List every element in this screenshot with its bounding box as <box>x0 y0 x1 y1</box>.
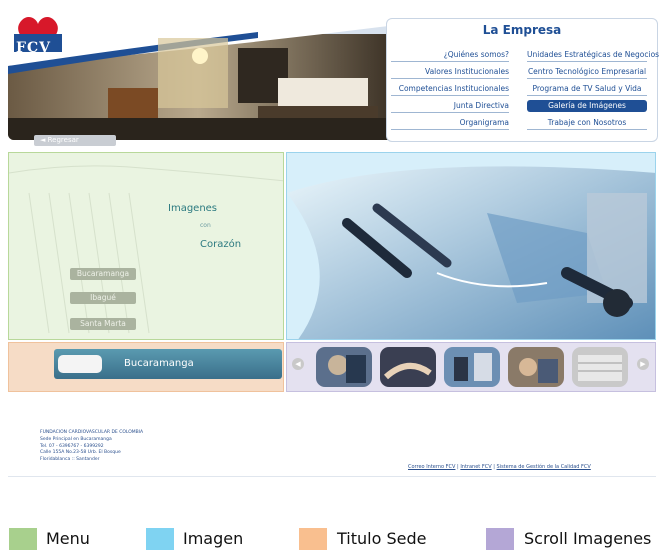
link-intranet[interactable]: Intranet FCV <box>460 464 491 470</box>
legend-swatch-menu <box>9 528 37 550</box>
back-label: Regresar <box>47 136 79 144</box>
link-galeria-imagenes[interactable]: Galería de Imágenes <box>527 100 647 112</box>
slogan-imagenes: Imagenes <box>168 203 218 214</box>
thumbnail-5[interactable] <box>572 347 628 387</box>
footer-separator: | <box>457 464 459 470</box>
link-organigrama[interactable]: Organigrama <box>391 117 509 130</box>
piano-watermark <box>9 153 283 339</box>
link-competencias-institucionales[interactable]: Competencias Institucionales <box>391 83 509 96</box>
link-quienes-somos[interactable]: ¿Quiénes somos? <box>391 49 509 62</box>
thumbnail-4[interactable] <box>508 347 564 387</box>
chevron-left-icon[interactable]: ◀ <box>292 358 304 370</box>
thumbnail-1[interactable] <box>316 347 372 387</box>
slogan-con: con <box>200 222 211 229</box>
legend-label-imagen: Imagen <box>183 529 244 548</box>
footer-contact-info: FUNDACION CARDIOVASCULAR DE COLOMBIA Sed… <box>40 430 143 464</box>
link-unidades-estrategicas[interactable]: Unidades Estratégicas de Negocios <box>527 49 659 62</box>
footer-divider <box>8 476 656 477</box>
empresa-menu-panel: La Empresa ¿Quiénes somos? Valores Insti… <box>386 18 659 142</box>
chevron-right-icon[interactable]: ▶ <box>637 358 649 370</box>
footer-city: Floridablanca :: Santander <box>40 457 100 463</box>
link-valores-institucionales[interactable]: Valores Institucionales <box>391 66 509 79</box>
thumbnail-3[interactable] <box>444 347 500 387</box>
sede-title-bar: Bucaramanga <box>54 349 282 379</box>
menu-region <box>8 152 284 340</box>
image-region <box>286 152 656 340</box>
legend-label-scroll-imagenes: Scroll Imagenes <box>524 529 652 548</box>
panel-title: La Empresa <box>482 23 562 37</box>
fcv-logo[interactable]: FCV <box>10 12 66 58</box>
slogan-corazon: Corazón <box>200 239 242 250</box>
city-button-santa-marta[interactable]: Santa Marta <box>70 318 136 330</box>
footer-org-name: FUNDACION CARDIOVASCULAR DE COLOMBIA <box>40 430 144 435</box>
link-correo-interno[interactable]: Correo Interno FCV <box>408 464 455 470</box>
footer-links: Correo Interno FCV | Intranet FCV | Sist… <box>408 464 591 470</box>
link-centro-tecnologico[interactable]: Centro Tecnológico Empresarial <box>527 66 647 79</box>
legend-swatch-scroll-imagenes <box>486 528 514 550</box>
link-junta-directiva[interactable]: Junta Directiva <box>391 100 509 113</box>
arrow-left-icon: ◄ <box>40 136 46 144</box>
back-button[interactable]: ◄ Regresar <box>34 135 116 146</box>
legend-label-titulo-sede: Titulo Sede <box>337 529 427 548</box>
footer-separator: | <box>493 464 495 470</box>
link-trabaje-con-nosotros[interactable]: Trabaje con Nosotros <box>527 117 647 130</box>
link-sistema-gestion-calidad[interactable]: Sistema de Gestión de la Calidad FCV <box>497 464 591 470</box>
thumbnail-2[interactable] <box>380 347 436 387</box>
link-programa-tv[interactable]: Programa de TV Salud y Vida <box>527 83 647 96</box>
sede-logo-placeholder <box>58 355 102 373</box>
city-button-ibague[interactable]: Ibagué <box>70 292 136 304</box>
footer-sede-principal: Sede Principal en Bucaramanga <box>40 436 112 442</box>
surgery-photo <box>287 153 655 339</box>
city-button-bucaramanga[interactable]: Bucaramanga <box>70 268 136 280</box>
legend-label-menu: Menu <box>46 529 90 548</box>
site-header: FCV La Empresa ¿Quiénes somos? Valores I… <box>8 8 661 142</box>
sede-name: Bucaramanga <box>124 358 194 369</box>
logo-text: FCV <box>16 40 51 56</box>
legend-swatch-imagen <box>146 528 174 550</box>
legend-swatch-titulo-sede <box>299 528 327 550</box>
